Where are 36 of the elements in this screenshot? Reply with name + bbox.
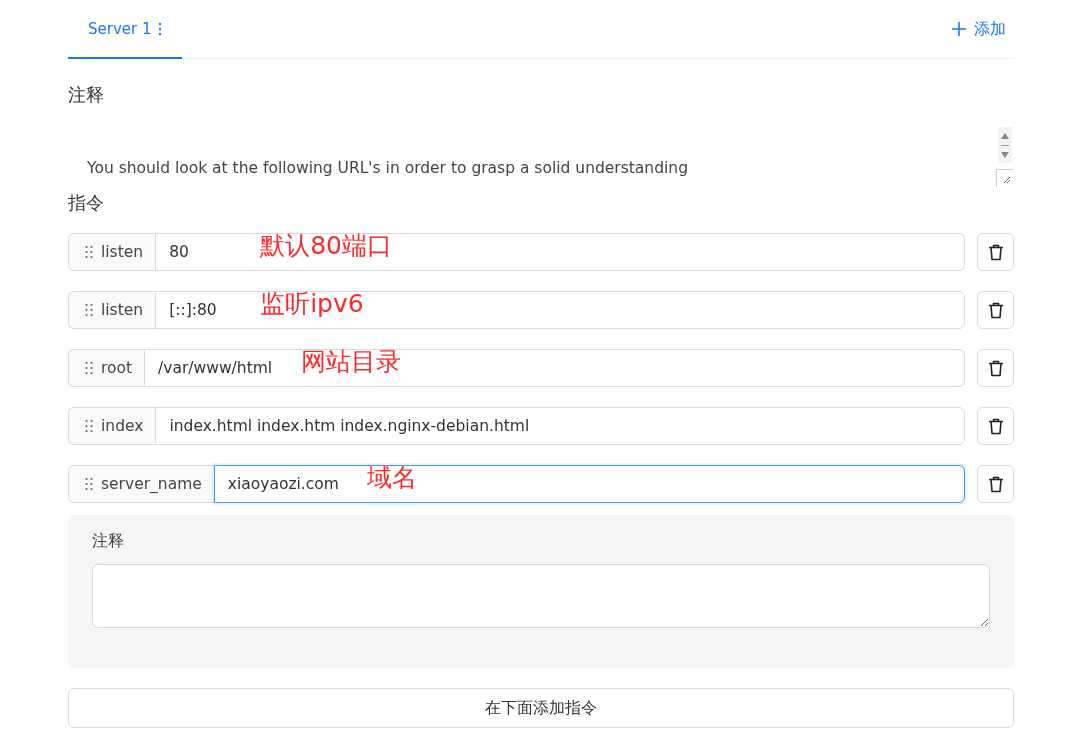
directive-name: index bbox=[68, 407, 156, 445]
annotation-text: 网站目录 bbox=[301, 346, 402, 378]
delete-button[interactable] bbox=[977, 233, 1014, 271]
directive-name: server_name bbox=[68, 465, 214, 503]
annotation-text: 默认80端口 bbox=[260, 230, 392, 262]
scroll-arrows-icon bbox=[998, 127, 1012, 163]
section-heading: 注释 bbox=[68, 83, 105, 107]
plus-icon bbox=[952, 22, 966, 36]
annotation-text: 监听ipv6 bbox=[260, 288, 364, 320]
drag-handle-icon[interactable] bbox=[85, 419, 93, 433]
add-button[interactable]: 添加 bbox=[944, 0, 1014, 58]
delete-button[interactable] bbox=[977, 465, 1014, 503]
resize-grip-icon[interactable] bbox=[996, 169, 1014, 187]
trash-icon bbox=[987, 417, 1004, 435]
directive-name: listen bbox=[68, 233, 156, 271]
directive-value-field[interactable]: index.html index.htm index.nginx-debian.html bbox=[155, 407, 965, 445]
drag-handle-icon[interactable] bbox=[85, 303, 93, 317]
annotation-text: 域名 bbox=[366, 462, 417, 494]
comment-field[interactable] bbox=[92, 564, 990, 628]
tab[interactable]: Server 1 bbox=[68, 0, 182, 59]
directive-name: root bbox=[68, 349, 145, 387]
trash-icon bbox=[987, 243, 1004, 261]
section-heading: 指令 bbox=[68, 191, 105, 215]
drag-handle-icon[interactable] bbox=[85, 361, 93, 375]
delete-button[interactable] bbox=[977, 349, 1014, 387]
drag-handle-icon[interactable] bbox=[85, 477, 93, 491]
trash-icon bbox=[987, 301, 1004, 319]
more-icon[interactable] bbox=[157, 21, 162, 36]
drag-handle-icon[interactable] bbox=[85, 245, 93, 259]
trash-icon bbox=[987, 475, 1004, 493]
directive-name: listen bbox=[68, 291, 156, 329]
delete-button[interactable] bbox=[977, 291, 1014, 329]
trash-icon bbox=[987, 359, 1004, 377]
field-label: 注释 bbox=[92, 531, 125, 552]
delete-button[interactable] bbox=[977, 407, 1014, 445]
add-directive-button[interactable]: 在下面添加指令 bbox=[68, 688, 1014, 728]
